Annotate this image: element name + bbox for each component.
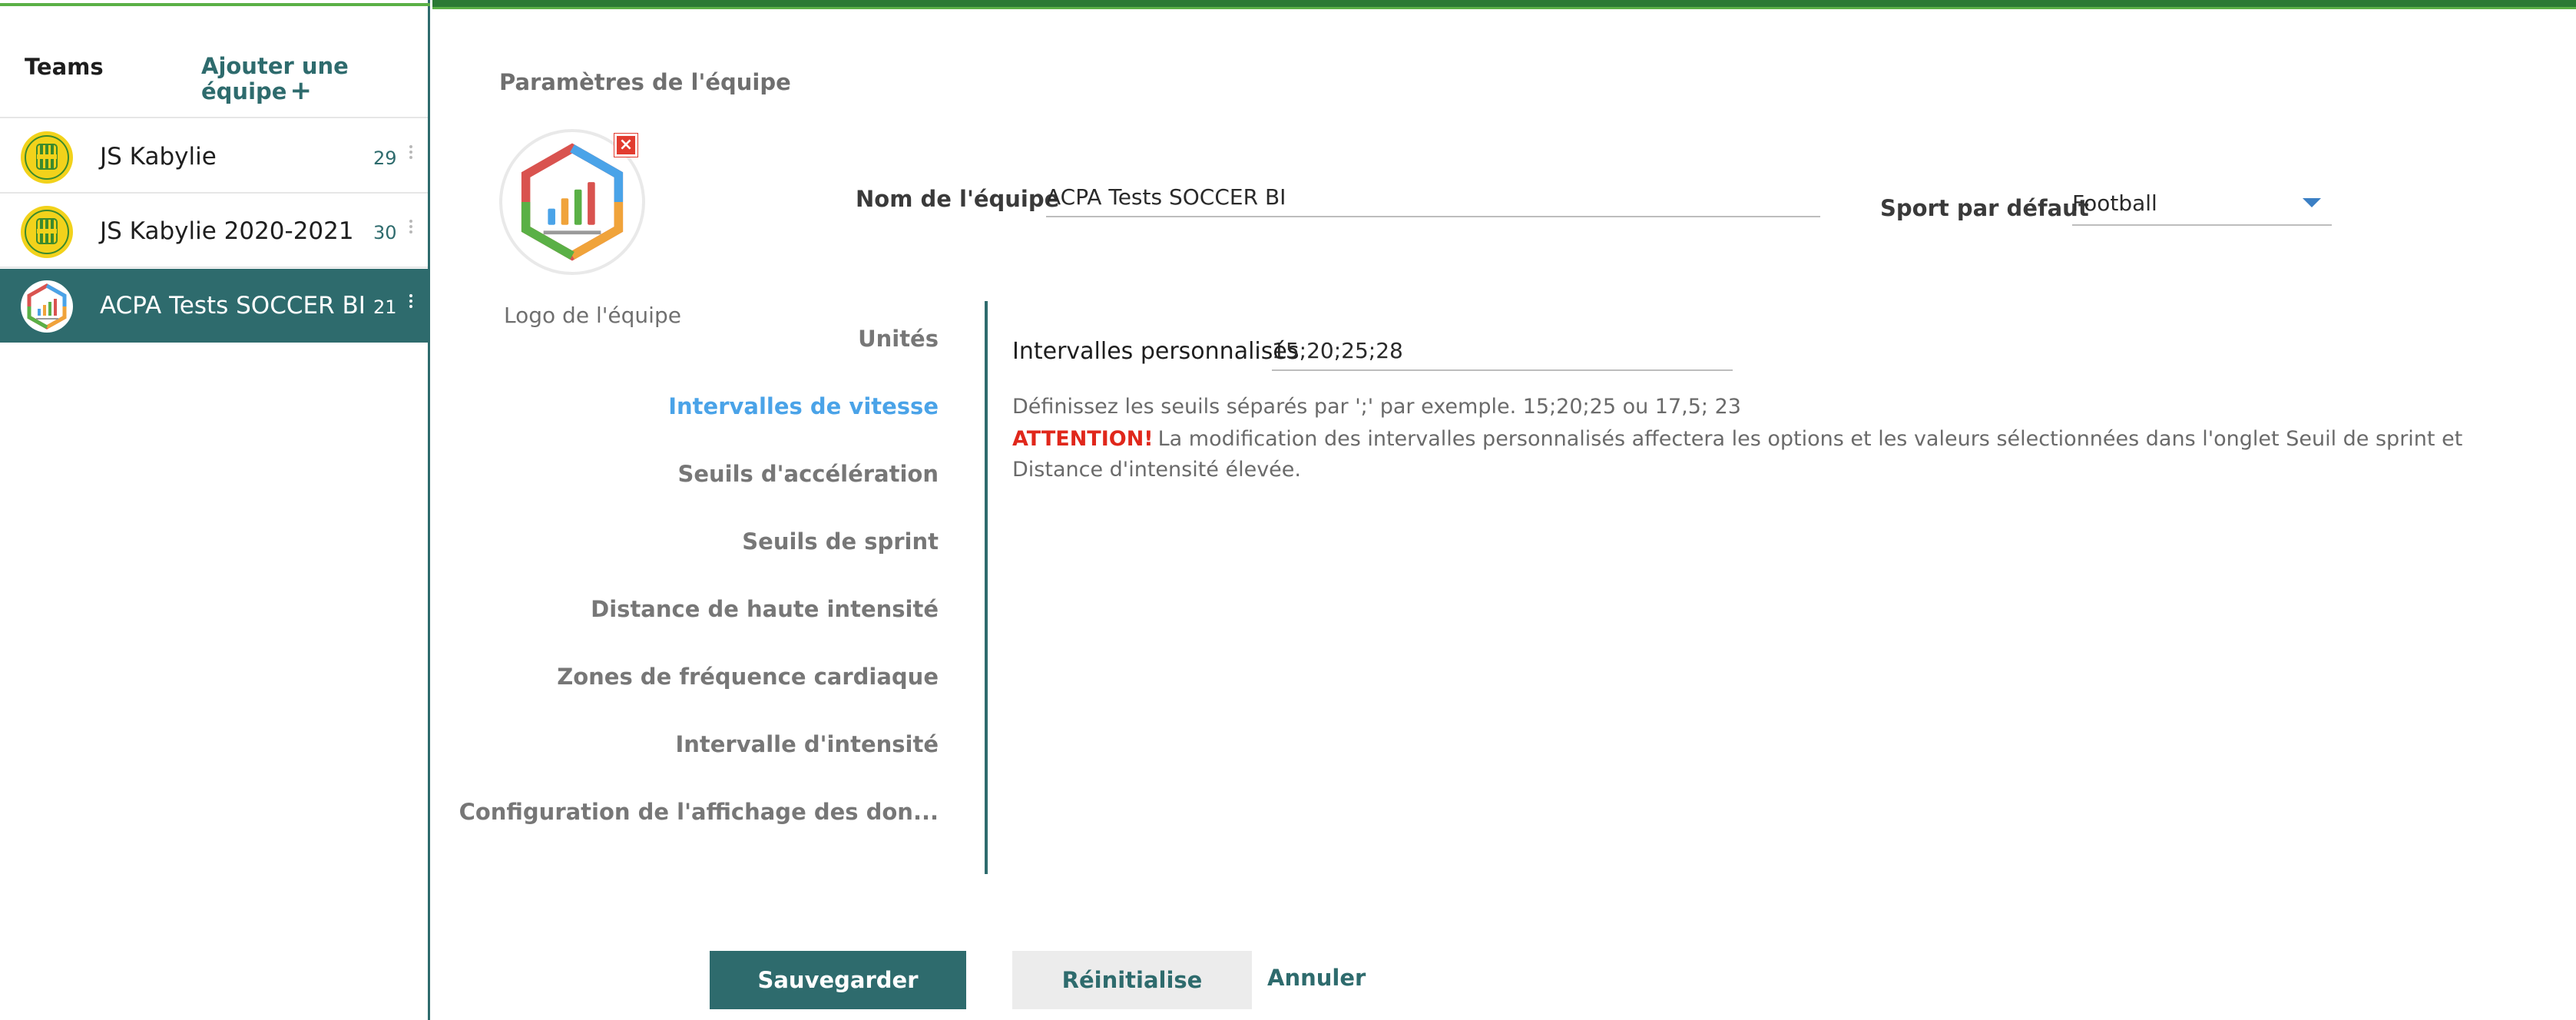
nav-item-sprint-thresholds[interactable]: Seuils de sprint (742, 528, 939, 555)
intervals-warning: ATTENTION! La modification des intervalle… (1012, 424, 2548, 485)
remove-logo-icon[interactable]: × (614, 134, 637, 157)
team-name-input[interactable] (1046, 184, 1820, 217)
team-options-icon[interactable] (407, 143, 415, 171)
nav-item-heart-rate-zones[interactable]: Zones de fréquence cardiaque (557, 664, 939, 690)
nav-item-intensity-interval[interactable]: Intervalle d'intensité (675, 731, 939, 757)
team-name: JS Kabylie 2020-2021 (100, 217, 354, 245)
sidebar-header: Teams Ajouter une équipe + (0, 54, 428, 118)
sidebar-top-accent (0, 0, 430, 6)
default-sport-select[interactable]: Football (2072, 190, 2332, 226)
teams-sidebar: Teams Ajouter une équipe+ JS Kabylie 29 (0, 0, 430, 1020)
team-row-js-kabylie-2020-2021[interactable]: JS Kabylie 2020-2021 30 (0, 194, 428, 268)
add-team-label: Ajouter une équipe (201, 53, 349, 104)
nav-divider (985, 301, 988, 874)
team-options-icon[interactable] (407, 217, 415, 245)
add-team-button[interactable]: Ajouter une équipe + (201, 54, 386, 104)
main-top-accent (432, 0, 2576, 9)
page-title: Paramètres de l'équipe (499, 69, 791, 95)
team-logo-uploader[interactable]: × (499, 129, 645, 275)
team-player-count: 30 (373, 222, 397, 243)
save-button[interactable]: Sauvegarder (710, 951, 966, 1009)
custom-intervals-input[interactable] (1272, 338, 1733, 371)
logo-caption: Logo de l'équipe (504, 303, 681, 328)
default-sport-value: Football (2072, 190, 2157, 216)
default-sport-label: Sport par défaut (1880, 195, 2089, 221)
team-player-count: 21 (373, 296, 397, 318)
nav-item-units[interactable]: Unités (858, 326, 939, 352)
nav-item-speed-intervals[interactable]: Intervalles de vitesse (668, 393, 939, 419)
team-name: JS Kabylie (100, 143, 217, 171)
team-options-icon[interactable] (407, 292, 415, 320)
team-player-count: 29 (373, 147, 397, 169)
chevron-down-icon (2303, 198, 2321, 207)
teams-title: Teams (25, 54, 104, 80)
team-logo-icon (21, 206, 73, 258)
cancel-link[interactable]: Annuler (1267, 965, 1366, 991)
intervals-help-text: Définissez les seuils séparés par ';' pa… (1012, 395, 1741, 419)
team-row-acpa-tests-soccer-bi[interactable]: ACPA Tests SOCCER BI 21 (0, 269, 428, 343)
team-row-js-kabylie[interactable]: JS Kabylie 29 (0, 120, 428, 194)
reset-button[interactable]: Réinitialise (1012, 951, 1252, 1009)
nav-item-high-intensity-distance[interactable]: Distance de haute intensité (591, 596, 939, 622)
team-name: ACPA Tests SOCCER BI (100, 292, 366, 320)
team-name-label: Nom de l'équipe (856, 186, 1060, 212)
nav-item-data-display-config[interactable]: Configuration de l'affichage des don... (459, 799, 939, 825)
team-logo-icon (21, 280, 73, 333)
warning-label: ATTENTION! (1012, 427, 1154, 451)
nav-item-acceleration-thresholds[interactable]: Seuils d'accélération (677, 461, 939, 487)
plus-icon: + (290, 75, 312, 106)
custom-intervals-label: Intervalles personnalisés (1012, 338, 1300, 365)
team-logo-icon (21, 131, 73, 184)
warning-text: La modification des intervalles personna… (1012, 427, 2463, 482)
